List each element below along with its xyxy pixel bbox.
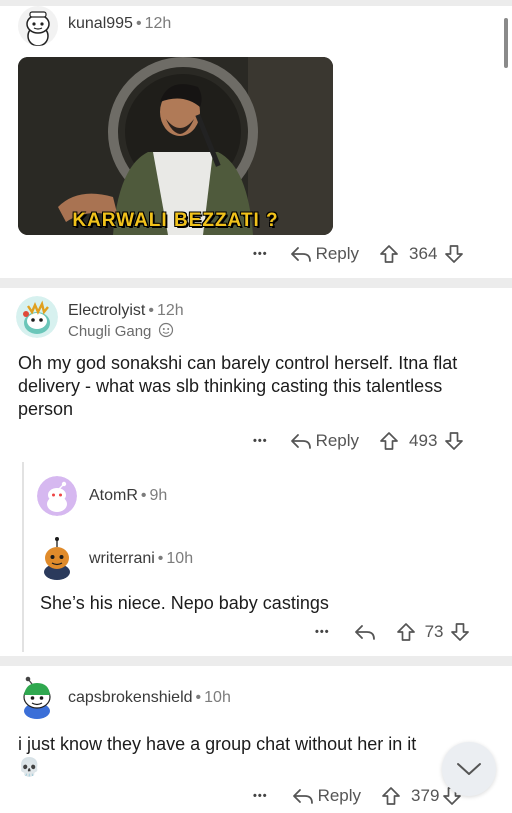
- comment-image[interactable]: KARWALI BEZZATI ?: [18, 57, 333, 235]
- avatar[interactable]: [37, 476, 77, 516]
- downvote-arrow-icon: [445, 245, 464, 263]
- upvote-arrow-icon: [380, 432, 398, 450]
- upvote-button[interactable]: [379, 244, 399, 264]
- upvote-button[interactable]: [381, 786, 401, 806]
- upvote-button[interactable]: [379, 431, 399, 451]
- comment-body: Oh my god sonakshi can barely control he…: [18, 353, 458, 419]
- reply-label: Reply: [315, 244, 360, 263]
- timestamp: 10h: [204, 689, 231, 706]
- timestamp: 12h: [156, 302, 184, 319]
- flair-emoji-icon: [158, 322, 173, 338]
- avatar[interactable]: [16, 296, 58, 338]
- comment-meta: kunal995 • 12h: [68, 15, 172, 32]
- timestamp: 10h: [166, 550, 194, 567]
- username[interactable]: capsbrokenshield: [68, 689, 193, 706]
- avatar[interactable]: [37, 536, 77, 580]
- vote-score: 73: [424, 622, 444, 641]
- reply-label: Reply: [315, 431, 360, 450]
- comment-meta: Electrolyist • 12h: [68, 302, 184, 319]
- reply-button[interactable]: Reply: [292, 786, 361, 806]
- username[interactable]: AtomR: [89, 487, 138, 504]
- more-options-button[interactable]: •••: [315, 626, 330, 638]
- comment-meta: AtomR • 9h: [89, 487, 168, 504]
- downvote-arrow-icon: [445, 432, 464, 450]
- image-caption: KARWALI BEZZATI ?: [72, 210, 279, 231]
- reply-label: Reply: [317, 786, 362, 805]
- vote-score: 493: [409, 431, 438, 450]
- comment-actions: ••• 73: [315, 619, 470, 645]
- section-divider: [0, 278, 512, 288]
- avatar[interactable]: [16, 673, 58, 719]
- downvote-button[interactable]: [444, 431, 464, 451]
- more-options-button[interactable]: •••: [253, 248, 268, 260]
- more-options-button[interactable]: •••: [253, 790, 268, 802]
- timestamp: 12h: [144, 15, 172, 32]
- comment-body: She’s his niece. Nepo baby castings: [40, 593, 329, 613]
- upvote-arrow-icon: [382, 787, 400, 805]
- username[interactable]: writerrani: [89, 550, 155, 567]
- chevron-down-icon: [457, 763, 481, 775]
- comment-actions: ••• Reply 364: [253, 241, 464, 267]
- scrollbar-thumb[interactable]: [504, 18, 508, 68]
- upvote-arrow-icon: [396, 623, 415, 641]
- scroll-down-button[interactable]: [442, 742, 496, 796]
- comment-meta: capsbrokenshield • 10h: [68, 689, 231, 706]
- upvote-arrow-icon: [380, 245, 398, 263]
- comment-text: i just know they have a group chat witho…: [18, 734, 417, 754]
- section-divider: [0, 0, 512, 6]
- comment-actions: ••• Reply 493: [253, 428, 464, 454]
- avatar[interactable]: [18, 6, 58, 46]
- reply-arrow-icon: [292, 789, 313, 804]
- reply-button[interactable]: Reply: [290, 431, 359, 451]
- reply-button[interactable]: Reply: [290, 244, 359, 264]
- downvote-arrow-icon: [451, 623, 470, 641]
- downvote-button[interactable]: [450, 622, 470, 642]
- reply-arrow-icon: [354, 625, 375, 640]
- comment-actions: ••• Reply 379: [253, 783, 462, 809]
- section-divider: [0, 656, 512, 666]
- username[interactable]: kunal995: [68, 15, 133, 32]
- username[interactable]: Electrolyist: [68, 302, 145, 319]
- vote-score: 379: [411, 786, 440, 805]
- comment-meta: writerrani • 10h: [89, 550, 194, 567]
- skull-emoji: 💀: [18, 757, 41, 778]
- more-options-button[interactable]: •••: [253, 435, 268, 447]
- flair-label: Chugli Gang: [68, 323, 152, 340]
- timestamp: 9h: [149, 487, 168, 504]
- vote-score: 364: [409, 244, 438, 263]
- reply-arrow-icon: [290, 247, 311, 262]
- user-flair: Chugli Gang: [68, 322, 174, 340]
- upvote-button[interactable]: [396, 622, 416, 642]
- downvote-button[interactable]: [444, 244, 464, 264]
- comment-body: i just know they have a group chat witho…: [18, 733, 488, 779]
- reply-arrow-icon: [290, 434, 311, 449]
- reply-button[interactable]: [354, 623, 376, 641]
- thread-line[interactable]: [22, 462, 24, 652]
